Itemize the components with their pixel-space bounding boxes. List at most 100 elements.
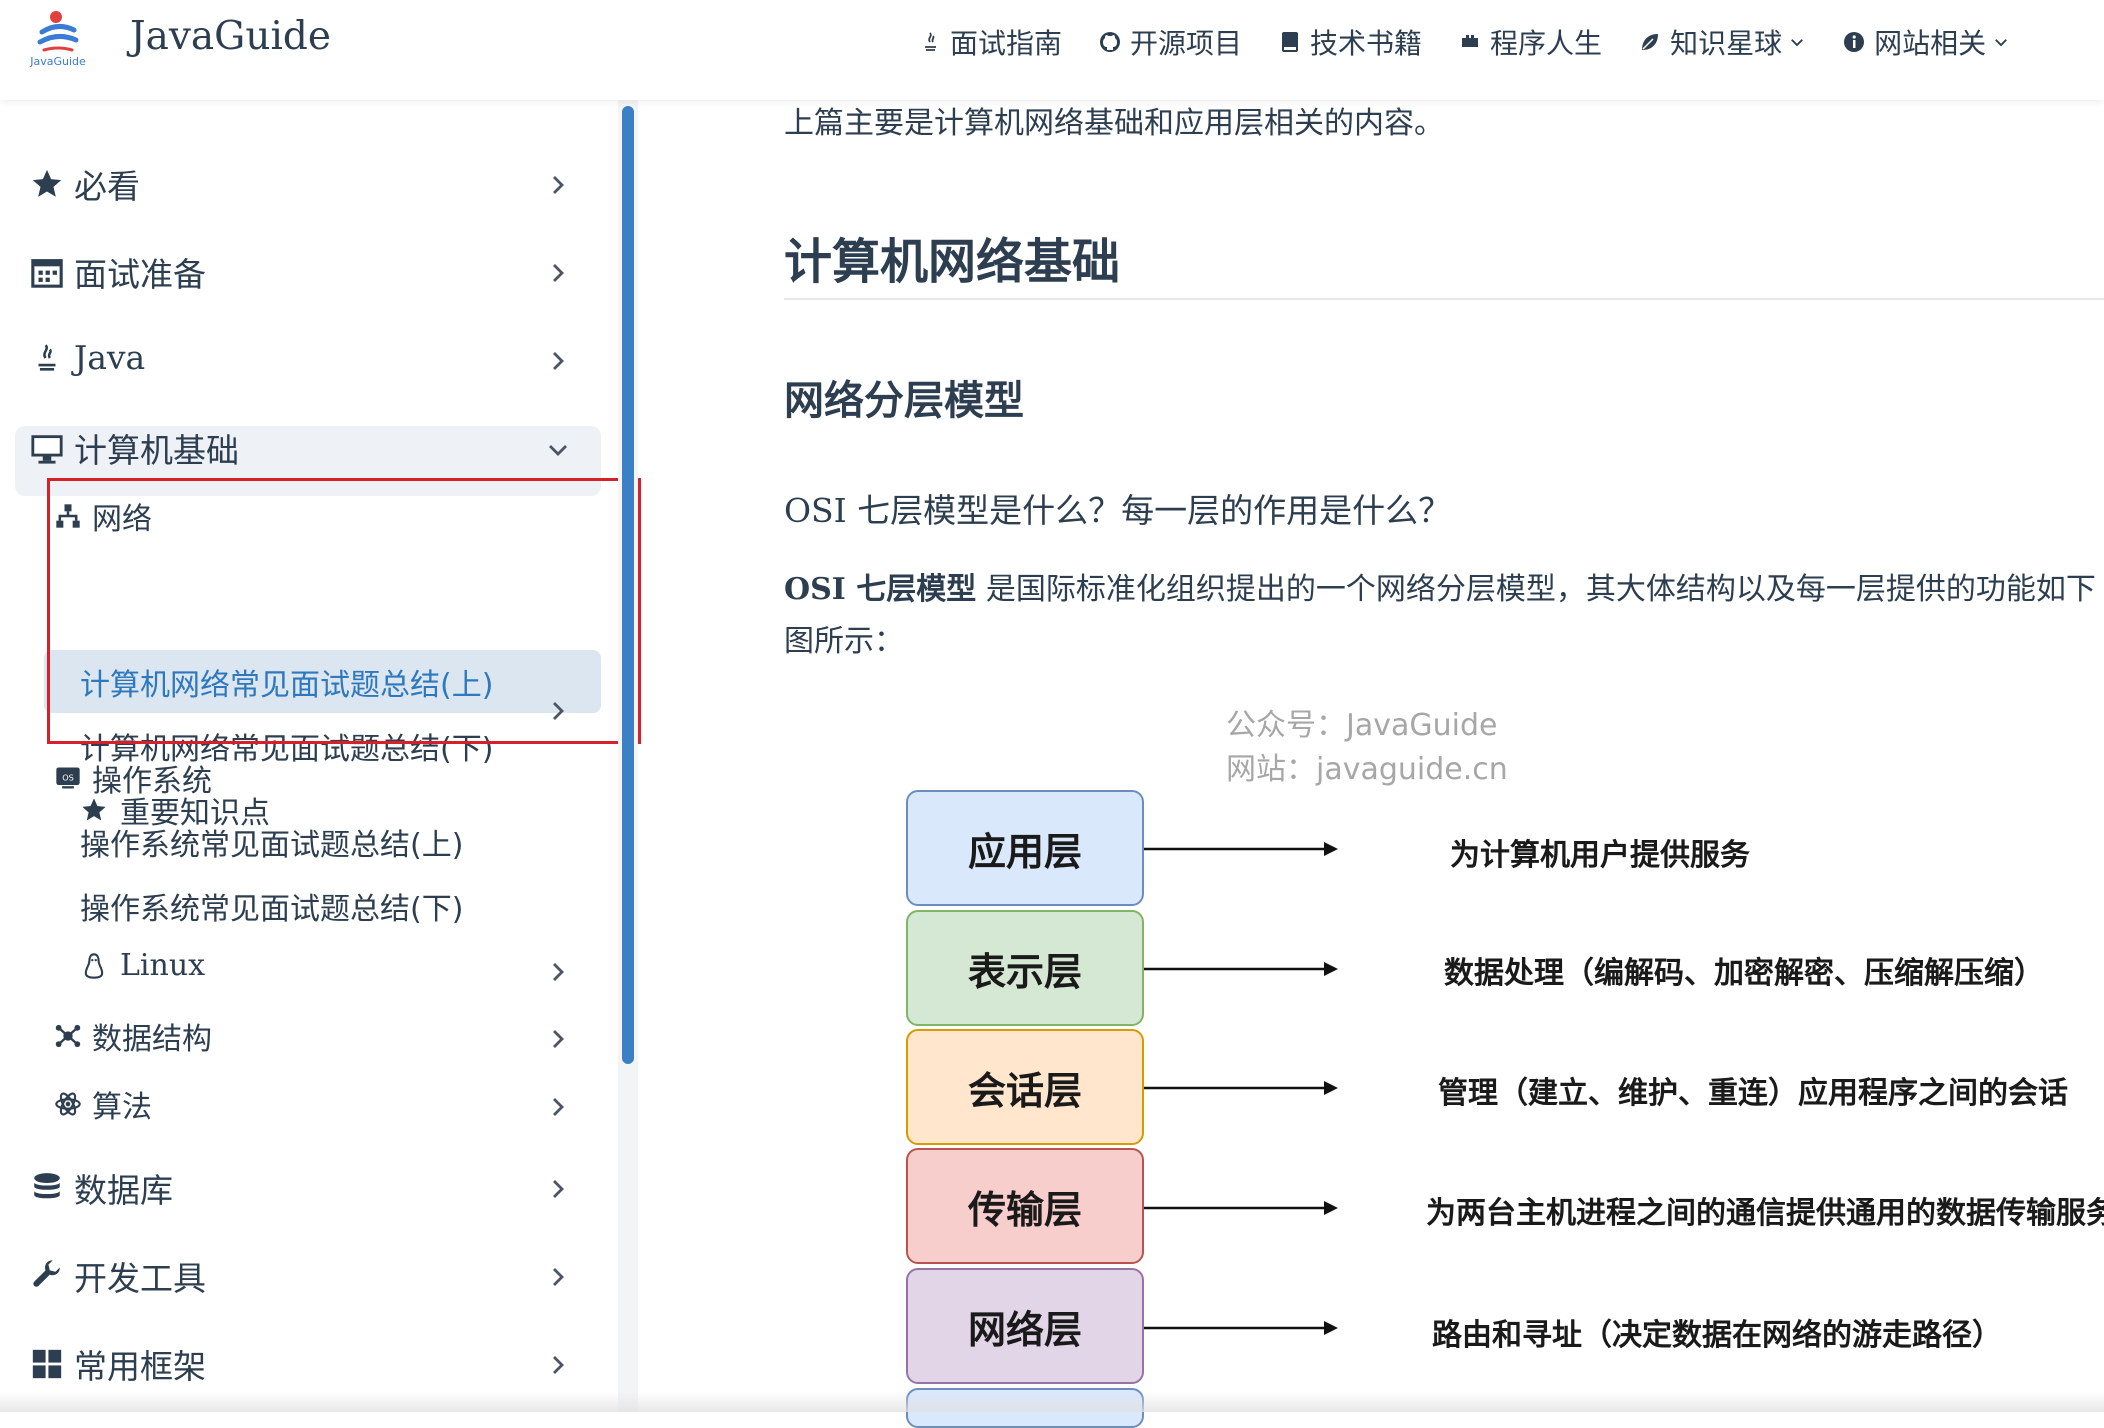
osi-layer-desc: 数据处理（编解码、加密解密、压缩解压缩） — [1444, 956, 2044, 991]
osi-layer-session: 会话层 — [906, 1029, 1144, 1145]
book-icon — [1282, 32, 1299, 52]
sidebar-item-interview-prep[interactable]: 面试准备 — [30, 248, 206, 296]
diagram-watermark-1: 公众号：JavaGuide — [1226, 708, 1498, 743]
nav-link-label: 网站相关 — [1874, 27, 1987, 60]
sidebar-item-label: Linux — [120, 948, 206, 983]
data-structure-icon — [55, 1024, 81, 1048]
osi-layer-network: 网络层 — [906, 1268, 1144, 1384]
chevron-right-icon[interactable] — [546, 173, 570, 197]
life-icon — [1462, 35, 1479, 47]
sidebar-item-label: 必看 — [74, 167, 140, 206]
sidebar-item-cs-basics[interactable]: 计算机基础 — [30, 424, 239, 472]
nav-link-label: 技术书籍 — [1310, 27, 1423, 60]
site-name[interactable]: JavaGuide — [130, 14, 331, 59]
logo-icon: JavaGuide — [29, 11, 86, 68]
sidebar-item-label: 常用框架 — [74, 1347, 206, 1386]
sidebar-item-algorithms[interactable]: 算法 — [54, 1082, 152, 1126]
java-icon — [38, 343, 56, 371]
star-icon — [32, 169, 62, 197]
github-icon — [1100, 32, 1121, 52]
sidebar-item-label: 算法 — [92, 1090, 152, 1125]
nav-link-label: 知识星球 — [1670, 27, 1783, 60]
sidebar-item-database[interactable]: 数据库 — [30, 1164, 173, 1212]
highlight-annotation-box — [47, 478, 641, 744]
chevron-down-icon — [1791, 39, 1803, 47]
osi-term: OSI 七层模型 — [784, 572, 977, 607]
chevron-right-icon[interactable] — [546, 1353, 570, 1377]
svg-text:JavaGuide: JavaGuide — [29, 55, 86, 68]
chevron-right-icon[interactable] — [546, 349, 570, 373]
sidebar-item-label: Java — [74, 338, 146, 377]
java-icon — [925, 32, 936, 51]
sidebar-item-label: 操作系统 — [92, 764, 212, 799]
calendar-icon — [31, 259, 63, 288]
sidebar-item-label: 数据结构 — [92, 1022, 212, 1057]
sidebar-item-frameworks[interactable]: 常用框架 — [30, 1340, 206, 1388]
sidebar-item-java[interactable]: Java — [30, 338, 145, 377]
nav-link-label: 程序人生 — [1490, 27, 1603, 60]
osi-layer-desc: 为两台主机进程之间的通信提供通用的数据传输服务 — [1426, 1196, 2104, 1231]
sidebar-item-linux[interactable]: Linux — [80, 948, 205, 983]
database-icon — [34, 1173, 60, 1199]
chevron-right-icon[interactable] — [546, 1027, 570, 1051]
osi-layer-application: 应用层 — [906, 790, 1144, 906]
chevron-right-icon[interactable] — [546, 1177, 570, 1201]
arrow-icon — [1144, 1081, 1338, 1095]
diagram-watermark-2: 网站：javaguide.cn — [1226, 752, 1508, 787]
nav-link-books[interactable]: 技术书籍 — [1278, 22, 1422, 62]
svg-text:OS: OS — [62, 772, 74, 782]
algorithm-icon — [55, 1092, 81, 1116]
sidebar-item-label: 面试准备 — [74, 255, 206, 294]
site-logo[interactable]: JavaGuide — [22, 8, 94, 68]
nav-link-interview-guide[interactable]: 面试指南 — [918, 22, 1062, 62]
nav-link-label: 开源项目 — [1130, 27, 1243, 60]
top-navbar: JavaGuide JavaGuide 面试指南 开源项目 技术书籍 程序人生 … — [0, 0, 2104, 100]
question-heading: OSI 七层模型是什么？每一层的作用是什么？ — [784, 491, 1452, 530]
nav-link-site[interactable]: 网站相关 — [1842, 22, 2010, 62]
osi-layer-presentation: 表示层 — [906, 910, 1144, 1026]
sidebar-item-os-faq-1[interactable]: 操作系统常见面试题总结(上) — [80, 820, 463, 864]
nav-link-open-source[interactable]: 开源项目 — [1098, 22, 1242, 62]
sidebar-item-dev-tools[interactable]: 开发工具 — [30, 1252, 206, 1300]
sidebar-item-label: 操作系统常见面试题总结(下) — [80, 892, 464, 927]
section-heading: 计算机网络基础 — [784, 234, 1121, 290]
grid-icon — [32, 1349, 62, 1379]
desktop-icon — [31, 435, 63, 464]
linux-icon — [84, 952, 104, 979]
sidebar-item-data-structures[interactable]: 数据结构 — [54, 1014, 212, 1058]
osi-layer-transport: 传输层 — [906, 1148, 1144, 1264]
osi-layer-desc: 管理（建立、维护、重连）应用程序之间的会话 — [1438, 1076, 2068, 1111]
osi-description-text: 是国际标准化组织提出的一个网络分层模型，其大体结构以及每一层提供的功能如下图所示… — [784, 572, 2096, 659]
heading-divider — [784, 298, 2104, 300]
os-icon: OS — [56, 767, 80, 789]
arrow-icon — [1144, 1321, 1338, 1335]
sidebar-item-os[interactable]: OS 操作系统 — [54, 756, 212, 800]
sidebar-item-os-faq-2[interactable]: 操作系统常见面试题总结(下) — [80, 884, 463, 928]
sidebar-item-must-read[interactable]: 必看 — [30, 160, 140, 208]
nav-link-life[interactable]: 程序人生 — [1458, 22, 1602, 62]
sidebar: 必看 面试准备 Java 计算机基础 网络 计算机网络常见面试题总结(上) 计算… — [0, 100, 620, 1412]
arrow-icon — [1144, 1201, 1338, 1215]
arrow-icon — [1144, 842, 1338, 856]
bottom-fade — [0, 1392, 2104, 1412]
sidebar-item-label: 操作系统常见面试题总结(上) — [80, 828, 464, 863]
chevron-right-icon[interactable] — [546, 1265, 570, 1289]
nav-link-planet[interactable]: 知识星球 — [1638, 22, 1806, 62]
intro-paragraph: 上篇主要是计算机网络基础和应用层相关的内容。 — [784, 106, 1444, 141]
chevron-down-icon[interactable] — [546, 438, 570, 462]
subsection-heading: 网络分层模型 — [784, 378, 1024, 424]
osi-description: OSI 七层模型 是国际标准化组织提出的一个网络分层模型，其大体结构以及每一层提… — [784, 564, 2104, 670]
arrow-icon — [1144, 962, 1338, 976]
nav-links: 面试指南 开源项目 技术书籍 程序人生 知识星球 网站相关 — [918, 22, 2046, 62]
info-icon — [1844, 32, 1865, 52]
chevron-right-icon[interactable] — [546, 1095, 570, 1119]
main-content: 上篇主要是计算机网络基础和应用层相关的内容。 计算机网络基础 网络分层模型 OS… — [640, 0, 2104, 1428]
planet-icon — [1642, 34, 1659, 50]
chevron-right-icon[interactable] — [546, 261, 570, 285]
wrench-icon — [33, 1260, 60, 1287]
osi-layer-desc: 路由和寻址（决定数据在网络的游走路径） — [1432, 1318, 2002, 1353]
sidebar-scrollbar[interactable] — [622, 106, 634, 1064]
chevron-right-icon[interactable] — [546, 960, 570, 984]
chevron-down-icon — [1995, 39, 2008, 47]
osi-layer-desc: 为计算机用户提供服务 — [1450, 838, 1750, 873]
